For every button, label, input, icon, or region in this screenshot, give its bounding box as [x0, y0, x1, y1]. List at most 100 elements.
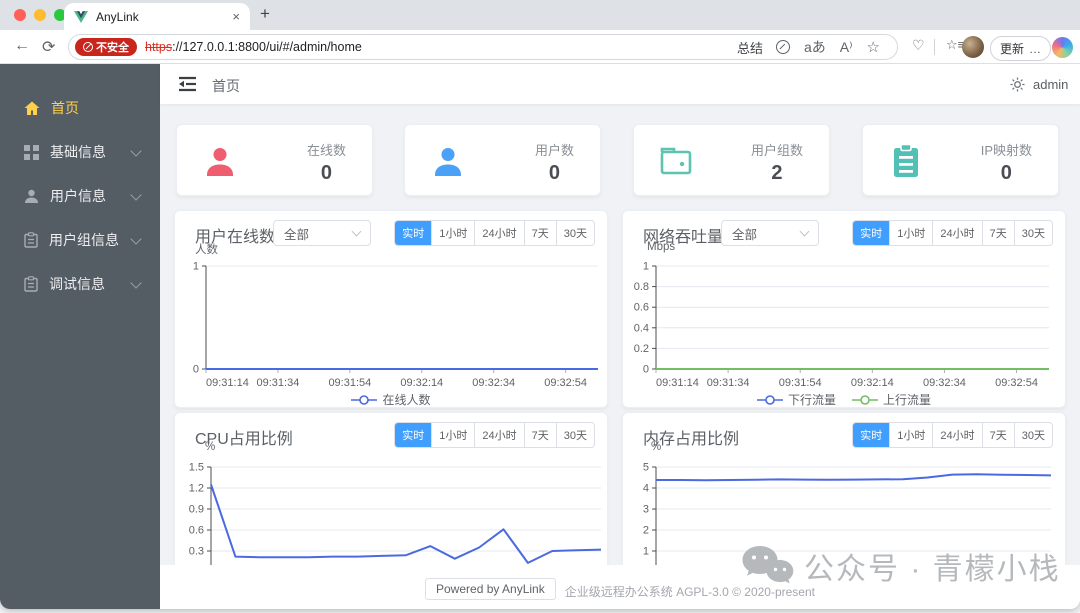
range-button-1[interactable]: 1小时 [431, 423, 474, 447]
update-button[interactable]: 更新 … [990, 36, 1052, 61]
line-chart: 0 1 09:31:14 09:31:34 09:31:54 09:32:14 09:32:… [175, 258, 604, 400]
range-button-4[interactable]: 30天 [555, 423, 594, 447]
chart-canvas: 0 1 09:31:14 09:31:34 09:31:54 09:32:14 09:32:… [193, 261, 598, 389]
svg-text:09:31:54: 09:31:54 [328, 377, 371, 389]
svg-text:0.6: 0.6 [189, 525, 204, 537]
sidebar-item-label: 用户组信息 [49, 232, 119, 248]
back-icon[interactable]: ← [14, 37, 30, 55]
sidebar-item-user-group-info[interactable]: 用户组信息 [0, 218, 160, 262]
chart-card-users-online: 用户在线数 全部 实时 1小时 24小时 7天 30天 人数 0 1 09:31:14 09:… [174, 210, 608, 408]
not-secure-badge[interactable]: 不安全 [75, 38, 137, 56]
svg-text:5: 5 [643, 462, 649, 474]
range-button-4[interactable]: 30天 [1013, 423, 1052, 447]
svg-text:09:31:14: 09:31:14 [206, 377, 249, 389]
svg-text:4: 4 [643, 483, 649, 495]
range-button-group: 实时 1小时 24小时 7天 30天 [852, 422, 1053, 448]
range-button-2[interactable]: 24小时 [474, 423, 523, 447]
axis-unit-label: % [205, 441, 216, 453]
gear-icon[interactable] [1010, 77, 1025, 97]
sidebar-item-home[interactable]: 首页 [0, 86, 160, 130]
chevron-down-icon [130, 145, 142, 157]
sidebar: 首页 基础信息 用户信息 用户组信息 调试信息 [0, 64, 160, 609]
select-value: 全部 [284, 227, 310, 242]
rewrite-icon[interactable] [775, 40, 790, 54]
tab-strip: AnyLink × + [0, 0, 1080, 30]
person-icon [203, 144, 237, 183]
browser-tab[interactable]: AnyLink × [64, 3, 250, 30]
profile-avatar[interactable] [962, 36, 984, 58]
current-user[interactable]: admin [1033, 77, 1068, 92]
collapse-menu-icon[interactable] [178, 76, 197, 97]
stat-value: 0 [548, 162, 561, 184]
range-button-0[interactable]: 实时 [395, 221, 432, 245]
browser-toolbar: ← ⟳ 不安全 https://127.0.0.1:8800/ui/#/admi… [0, 30, 1080, 64]
range-button-2[interactable]: 24小时 [932, 221, 981, 245]
svg-text:1.5: 1.5 [189, 462, 204, 474]
chart-card-throughput: 网络吞吐量 全部 实时 1小时 24小时 7天 30天 Mbps 0 0.2 0.4 0.6 0… [622, 210, 1066, 408]
svg-text:09:32:14: 09:32:14 [851, 377, 894, 389]
scope-select[interactable]: 全部 [273, 220, 371, 246]
range-button-0[interactable]: 实时 [853, 423, 890, 447]
toolbar-divider [934, 39, 935, 55]
range-button-1[interactable]: 1小时 [889, 221, 932, 245]
range-button-3[interactable]: 7天 [981, 423, 1014, 447]
new-tab-button[interactable]: + [260, 4, 270, 24]
favorite-star-icon[interactable]: ☆ [867, 38, 880, 56]
sidebar-item-basic-info[interactable]: 基础信息 [0, 130, 160, 174]
stat-label: 用户组数 [750, 143, 803, 158]
range-button-3[interactable]: 7天 [523, 423, 556, 447]
chevron-down-icon [130, 277, 142, 289]
translate-icon[interactable]: aあ [804, 37, 826, 57]
url-text[interactable]: https://127.0.0.1:8800/ui/#/admin/home [145, 40, 362, 54]
sidebar-item-user-info[interactable]: 用户信息 [0, 174, 160, 218]
legend-item[interactable]: 下行流量 [756, 391, 836, 408]
range-button-group: 实时 1小时 24小时 7天 30天 [852, 220, 1053, 246]
sidebar-item-label: 用户信息 [50, 188, 106, 204]
minimize-window-button[interactable] [34, 9, 46, 21]
stat-value: 0 [1000, 162, 1012, 184]
watermark-text: 公众号 · 青檬小栈 [804, 553, 1061, 586]
legend-label: 上行流量 [883, 393, 932, 407]
close-window-button[interactable] [14, 9, 26, 21]
clipboard-icon [24, 232, 38, 248]
range-button-4[interactable]: 30天 [1013, 221, 1052, 245]
window-controls[interactable] [14, 9, 66, 21]
legend-item[interactable]: 上行流量 [852, 391, 931, 408]
address-bar[interactable]: 不安全 https://127.0.0.1:8800/ui/#/admin/ho… [68, 34, 898, 60]
legend-label: 在线人数 [382, 393, 431, 407]
legend-item[interactable]: 在线人数 [351, 391, 431, 408]
range-button-0[interactable]: 实时 [395, 423, 432, 447]
range-button-0[interactable]: 实时 [853, 221, 890, 245]
svg-text:1: 1 [193, 261, 199, 273]
range-button-3[interactable]: 7天 [981, 221, 1014, 245]
range-button-4[interactable]: 30天 [555, 221, 594, 245]
range-button-2[interactable]: 24小时 [474, 221, 523, 245]
more-icon[interactable]: … [1029, 42, 1041, 56]
stat-card-users: 用户数 0 [404, 124, 601, 196]
stat-label: 在线数 [306, 143, 346, 158]
stat-card-online: 在线数 0 [176, 124, 373, 196]
range-button-3[interactable]: 7天 [523, 221, 556, 245]
svg-text:09:32:34: 09:32:34 [923, 377, 966, 389]
range-button-1[interactable]: 1小时 [889, 423, 932, 447]
chevron-down-icon [351, 226, 362, 237]
breadcrumb[interactable]: 首页 [212, 76, 240, 96]
grid-icon [24, 144, 39, 160]
read-aloud-icon[interactable]: A⁾ [840, 39, 853, 56]
scope-select[interactable]: 全部 [721, 220, 819, 246]
refresh-icon[interactable]: ⟳ [42, 37, 55, 57]
range-button-group: 实时 1小时 24小时 7天 30天 [394, 422, 595, 448]
summarize-button[interactable]: 总结 [737, 38, 763, 57]
sidebar-item-debug-info[interactable]: 调试信息 [0, 262, 160, 306]
stat-block: 用户组数 2 [751, 140, 803, 185]
person-icon [431, 144, 465, 183]
url-path: ://127.0.0.1:8800/ui/#/admin/home [172, 40, 362, 54]
range-button-1[interactable]: 1小时 [431, 221, 474, 245]
user-icon [25, 189, 38, 203]
vue-logo-icon [74, 10, 88, 23]
range-button-2[interactable]: 24小时 [932, 423, 981, 447]
browser-essentials-icon[interactable]: ♡ [912, 37, 925, 54]
copilot-icon[interactable] [1052, 37, 1073, 58]
tab-close-icon[interactable]: × [232, 9, 240, 24]
chevron-down-icon [130, 189, 142, 201]
